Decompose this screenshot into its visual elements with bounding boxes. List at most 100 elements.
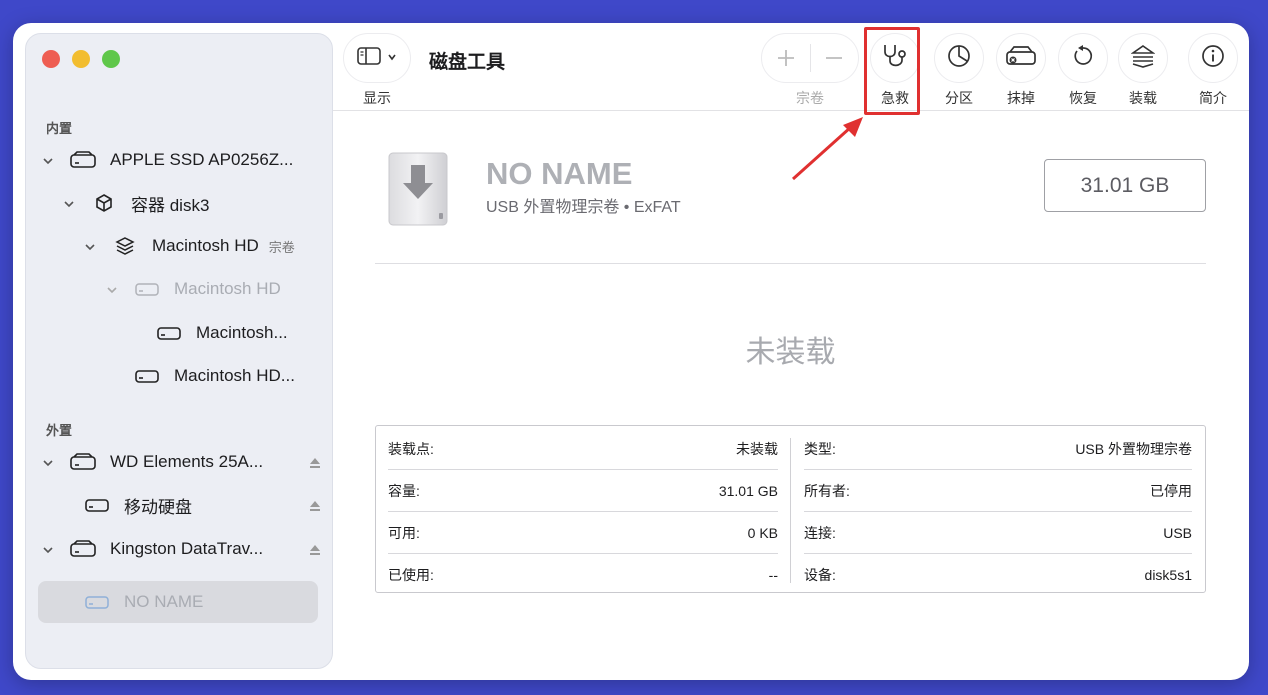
info-value: USB 外置物理宗卷 bbox=[1075, 440, 1192, 457]
app-title: 磁盘工具 bbox=[429, 52, 506, 73]
chevron-down-icon[interactable] bbox=[84, 238, 100, 254]
internal-section-label: 内置 bbox=[46, 121, 73, 136]
sidebar-item-mobile-disk[interactable]: 移动硬盘 bbox=[84, 487, 332, 523]
sidebar-item-macintosh-hd-snapshot[interactable]: Macintosh HD bbox=[106, 271, 396, 307]
container-cube-icon bbox=[91, 193, 117, 213]
table-row: 连接: USB bbox=[804, 512, 1192, 554]
sidebar-item-label: Macintosh HD bbox=[174, 279, 281, 298]
restore-button[interactable] bbox=[1058, 33, 1108, 83]
sidebar-item-label: Macintosh HD bbox=[152, 236, 259, 255]
info-key: 类型: bbox=[804, 440, 836, 457]
erase-drive-icon bbox=[1005, 45, 1037, 72]
info-button[interactable] bbox=[1188, 33, 1238, 83]
mount-label: 装载 bbox=[1129, 90, 1157, 106]
mount-icon bbox=[1130, 44, 1156, 73]
info-key: 连接: bbox=[804, 524, 836, 541]
toolbar: 显示 磁盘工具 宗卷 急救 分区 抹掉 恢复 装载 简介 bbox=[333, 23, 1249, 111]
info-label: 简介 bbox=[1199, 90, 1227, 106]
view-label: 显示 bbox=[363, 90, 391, 106]
eject-icon[interactable] bbox=[308, 542, 322, 556]
mount-status-text: 未装载 bbox=[745, 336, 836, 369]
sidebar-item-macintosh-hd-volume[interactable]: Macintosh HD 宗卷 bbox=[84, 228, 374, 264]
info-icon bbox=[1201, 44, 1225, 73]
info-key: 已使用: bbox=[388, 567, 434, 583]
remove-volume-button[interactable] bbox=[810, 48, 858, 68]
chevron-down-icon[interactable] bbox=[42, 454, 58, 470]
info-value: -- bbox=[768, 567, 778, 583]
annotation-arrow bbox=[791, 117, 863, 181]
sidebar-item-label: Macintosh... bbox=[196, 323, 288, 342]
first-aid-highlight-box bbox=[864, 27, 920, 115]
drive-icon bbox=[84, 592, 110, 612]
sidebar-item-label: 容器 disk3 bbox=[131, 195, 210, 215]
erase-button[interactable] bbox=[996, 33, 1046, 83]
sidebar-item-label: Kingston DataTrav... bbox=[110, 539, 264, 558]
add-volume-button[interactable] bbox=[762, 48, 810, 68]
table-row: 设备: disk5s1 bbox=[804, 554, 1192, 596]
chevron-down-icon[interactable] bbox=[42, 541, 58, 557]
info-key: 所有者: bbox=[804, 482, 850, 499]
table-row: 已使用: -- bbox=[388, 554, 778, 596]
restore-label: 恢复 bbox=[1069, 90, 1097, 106]
info-key: 可用: bbox=[388, 524, 420, 541]
eject-icon[interactable] bbox=[308, 455, 322, 469]
usb-drive-large-icon bbox=[387, 151, 449, 232]
partition-button[interactable] bbox=[934, 33, 984, 83]
external-drive-icon bbox=[70, 452, 96, 472]
volume-tag: 宗卷 bbox=[268, 239, 295, 255]
drive-icon bbox=[156, 323, 182, 343]
drive-icon bbox=[134, 366, 160, 386]
zoom-window-button[interactable] bbox=[102, 50, 120, 68]
drive-icon bbox=[70, 150, 96, 170]
info-key: 容量: bbox=[388, 482, 420, 499]
info-value: USB bbox=[1163, 524, 1192, 541]
header-divider bbox=[375, 263, 1206, 264]
minimize-window-button[interactable] bbox=[72, 50, 90, 68]
mount-button[interactable] bbox=[1118, 33, 1168, 83]
info-value: 已停用 bbox=[1150, 482, 1192, 499]
close-window-button[interactable] bbox=[42, 50, 60, 68]
sidebar-item-apple-ssd[interactable]: APPLE SSD AP0256Z... bbox=[42, 142, 332, 178]
disk-subtitle: USB 外置物理宗卷 • ExFAT bbox=[486, 199, 681, 216]
table-row: 可用: 0 KB bbox=[388, 512, 778, 554]
external-drive-icon bbox=[70, 539, 96, 559]
info-value: 未装载 bbox=[736, 440, 778, 457]
info-table: 装载点: 未装载 容量: 31.01 GB 可用: 0 KB 已使用: -- 类… bbox=[375, 425, 1206, 593]
layers-icon bbox=[112, 236, 138, 256]
view-toggle-button[interactable] bbox=[343, 33, 411, 83]
info-value: 0 KB bbox=[747, 524, 778, 541]
chevron-down-icon bbox=[387, 49, 397, 67]
volume-label: 宗卷 bbox=[796, 90, 824, 106]
sidebar-item-label: WD Elements 25A... bbox=[110, 452, 264, 471]
column-divider bbox=[790, 438, 791, 583]
info-value: 31.01 GB bbox=[718, 482, 778, 499]
chevron-down-icon[interactable] bbox=[63, 195, 79, 211]
info-key: 设备: bbox=[804, 567, 836, 583]
sidebar-item-label: APPLE SSD AP0256Z... bbox=[110, 150, 294, 169]
sidebar-item-wd-elements[interactable]: WD Elements 25A... bbox=[42, 444, 332, 480]
info-key: 装载点: bbox=[388, 440, 434, 457]
table-row: 容量: 31.01 GB bbox=[388, 470, 778, 512]
sidebar-item-label: Macintosh HD... bbox=[174, 366, 295, 385]
chevron-down-icon[interactable] bbox=[106, 281, 122, 297]
sidebar-item-label: 移动硬盘 bbox=[124, 497, 192, 517]
pie-chart-icon bbox=[947, 44, 971, 73]
sidebar-item-kingston[interactable]: Kingston DataTrav... bbox=[42, 531, 332, 567]
sidebar-item-container-disk3[interactable]: 容器 disk3 bbox=[63, 185, 353, 221]
partition-label: 分区 bbox=[945, 90, 973, 106]
table-row: 装载点: 未装载 bbox=[388, 428, 778, 470]
disk-utility-window: 内置 APPLE SSD AP0256Z... 容器 disk3 Macinto… bbox=[13, 23, 1249, 680]
volume-add-remove-group bbox=[761, 33, 859, 83]
restore-arrow-icon bbox=[1071, 44, 1095, 73]
erase-label: 抹掉 bbox=[1007, 90, 1035, 106]
external-section-label: 外置 bbox=[46, 423, 73, 438]
chevron-down-icon[interactable] bbox=[42, 152, 58, 168]
disk-size-badge: 31.01 GB bbox=[1044, 159, 1206, 212]
table-row: 所有者: 已停用 bbox=[804, 470, 1192, 512]
eject-icon[interactable] bbox=[308, 498, 322, 512]
table-row: 类型: USB 外置物理宗卷 bbox=[804, 428, 1192, 470]
sidebar-item-no-name[interactable]: NO NAME bbox=[84, 584, 314, 620]
sidebar-item-label: NO NAME bbox=[124, 592, 204, 611]
window-controls bbox=[42, 50, 120, 68]
info-value: disk5s1 bbox=[1144, 567, 1192, 583]
